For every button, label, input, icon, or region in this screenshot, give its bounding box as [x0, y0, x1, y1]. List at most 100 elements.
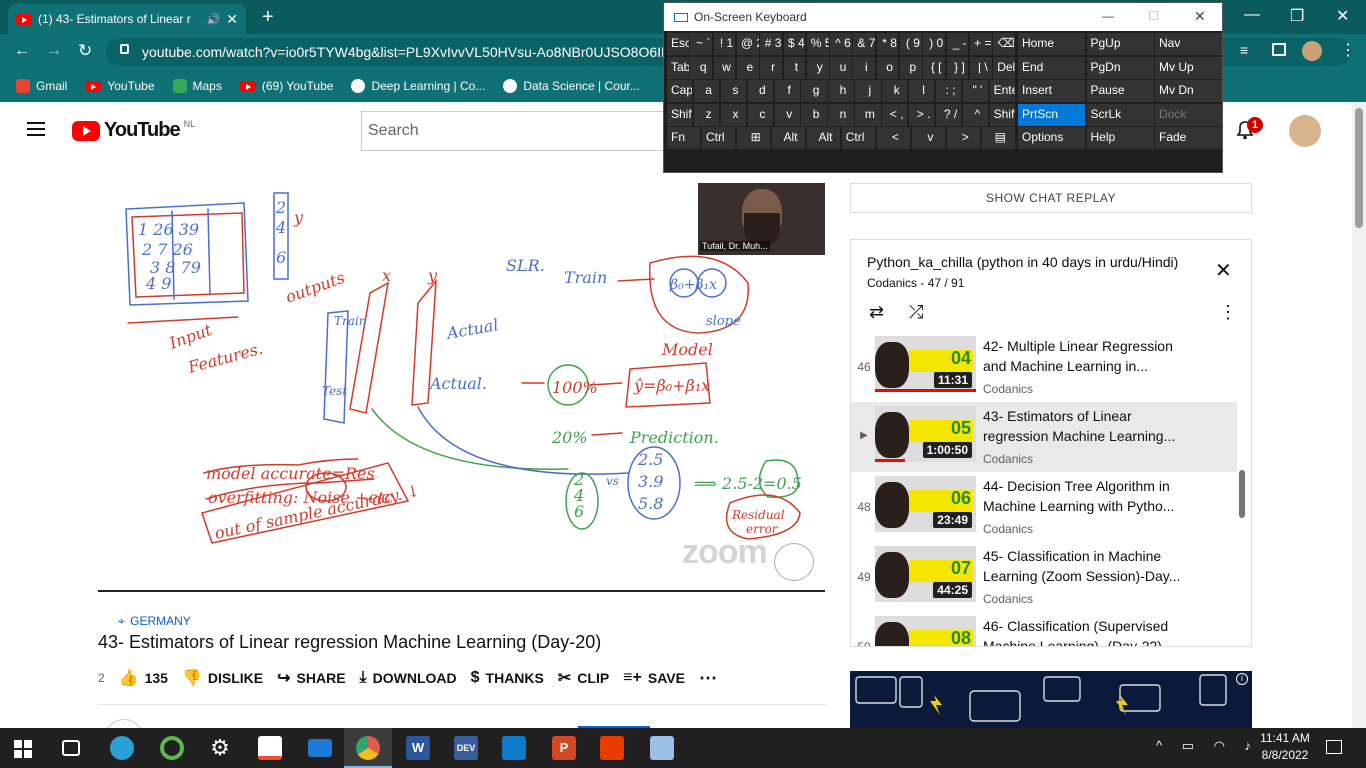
osk-key[interactable]: } ]	[946, 56, 969, 79]
osk-nav-key[interactable]: Dock	[1155, 103, 1222, 126]
side-panel-icon[interactable]	[1272, 43, 1286, 56]
save-button[interactable]: ≡+ SAVE	[623, 669, 685, 687]
osk-key[interactable]: ⊞	[736, 127, 771, 149]
show-chat-replay-button[interactable]: SHOW CHAT REPLAY	[850, 183, 1252, 213]
osk-key[interactable]: v	[774, 103, 800, 126]
playlist-channel-progress[interactable]: Codanics - 47 / 91	[867, 276, 964, 290]
osk-key[interactable]: i	[853, 56, 876, 79]
back-icon[interactable]: ←	[14, 42, 30, 60]
osk-key[interactable]: Shift	[667, 103, 693, 126]
location-tag[interactable]: ⌖ GERMANY	[118, 614, 191, 629]
osk-key[interactable]: u	[830, 56, 852, 79]
playlist-item-current[interactable]: ▶ 05 1:00:50 43- Estimators of Linear re…	[851, 402, 1237, 472]
bookmark-gmail[interactable]: Gmail	[16, 79, 67, 93]
osk-key[interactable]: > .	[908, 103, 935, 126]
download-button[interactable]: ⤓ DOWNLOAD	[360, 669, 457, 687]
close-playlist-icon[interactable]: ✕	[1215, 258, 1232, 283]
osk-key[interactable]: q	[690, 56, 713, 79]
page-scrollbar[interactable]	[1352, 102, 1366, 728]
notification-center-icon[interactable]	[1326, 740, 1342, 754]
clip-button[interactable]: ✂ CLIP	[558, 668, 609, 688]
ad-info-icon[interactable]: i	[1236, 673, 1248, 685]
on-screen-keyboard-window[interactable]: On-Screen Keyboard — ☐ ✕ Esc~ `! 1@ 2# 3…	[663, 2, 1223, 173]
on-screen-keyboard-icon[interactable]	[650, 736, 674, 760]
osk-key[interactable]: Caps	[667, 80, 693, 102]
loop-icon[interactable]: ⇄	[869, 302, 884, 323]
osk-nav-key[interactable]: PgUp	[1086, 33, 1154, 55]
like-button[interactable]: 👍 135	[119, 668, 168, 688]
osk-key[interactable]: o	[876, 56, 899, 79]
osk-key[interactable]: ) 0	[923, 33, 946, 55]
store-icon[interactable]	[258, 736, 282, 760]
minimize-window-button[interactable]: —	[1244, 6, 1260, 24]
osk-nav-key[interactable]: PgDn	[1086, 56, 1154, 79]
osk-maximize-button[interactable]: ☐	[1148, 9, 1159, 23]
playlist-item[interactable]: 46 04 11:31 42- Multiple Linear Regressi…	[851, 332, 1237, 402]
osk-key[interactable]: m	[855, 103, 881, 126]
account-avatar[interactable]	[1289, 115, 1321, 147]
thanks-button[interactable]: $ THANKS	[471, 669, 544, 687]
osk-key[interactable]: $ 4	[783, 33, 806, 55]
osk-key[interactable]: a	[693, 80, 720, 102]
circular-app-icon[interactable]	[160, 736, 184, 760]
reading-list-icon[interactable]: ≡	[1240, 42, 1248, 58]
osk-key[interactable]: e	[736, 56, 759, 79]
osk-key[interactable]: Ctrl	[701, 127, 736, 149]
powerpoint-icon[interactable]: P	[552, 736, 576, 760]
vscode-icon[interactable]	[502, 736, 526, 760]
playlist-item[interactable]: 49 07 44:25 45- Classification in Machin…	[851, 542, 1237, 612]
osk-key[interactable]: Del	[993, 56, 1015, 79]
more-actions-icon[interactable]: ⋯	[699, 668, 717, 689]
reload-icon[interactable]: ↻	[78, 41, 92, 61]
close-tab-icon[interactable]: ✕	[226, 11, 238, 28]
osk-key[interactable]: ▤	[981, 127, 1015, 149]
osk-key[interactable]: Alt	[806, 127, 841, 149]
bookmark-maps[interactable]: Maps	[172, 79, 222, 93]
osk-key[interactable]: Fn	[667, 127, 701, 149]
new-tab-button[interactable]: +	[262, 6, 274, 29]
playlist-item[interactable]: 50 08 46- Classification (Supervised Mac…	[851, 612, 1237, 646]
office-icon[interactable]	[600, 736, 624, 760]
osk-close-button[interactable]: ✕	[1194, 8, 1206, 25]
share-button[interactable]: ↪ SHARE	[277, 668, 345, 688]
browser-tab[interactable]: (1) 43- Estimators of Linear r 🔊 ✕	[8, 4, 246, 34]
osk-key[interactable]: v	[911, 127, 946, 149]
osk-key[interactable]: r	[760, 56, 782, 79]
osk-key[interactable]: l	[908, 80, 935, 102]
bookmark-deep-learning[interactable]: Deep Learning | Co...	[351, 79, 485, 93]
osk-key[interactable]: h	[828, 80, 854, 102]
osk-key[interactable]: <	[876, 127, 911, 149]
osk-key[interactable]: | \	[969, 56, 992, 79]
osk-nav-key[interactable]: Help	[1086, 127, 1154, 149]
osk-key[interactable]: p	[900, 56, 922, 79]
edge-browser-icon[interactable]	[110, 736, 134, 760]
osk-key[interactable]: + =	[969, 33, 992, 55]
settings-gear-icon[interactable]: ⚙	[208, 736, 232, 760]
osk-key[interactable]: & 7	[853, 33, 876, 55]
osk-key[interactable]: ? /	[935, 103, 962, 126]
osk-key[interactable]: f	[774, 80, 800, 102]
osk-key[interactable]: # 3	[760, 33, 782, 55]
osk-nav-key[interactable]: Insert	[1018, 80, 1085, 102]
youtube-logo[interactable]: YouTube NL	[72, 119, 195, 142]
osk-key[interactable]: " '	[962, 80, 989, 102]
word-icon[interactable]: W	[406, 736, 430, 760]
osk-key[interactable]: : ;	[935, 80, 962, 102]
ad-banner[interactable]: i	[850, 671, 1252, 729]
osk-key[interactable]: j	[855, 80, 881, 102]
osk-key[interactable]: { [	[923, 56, 946, 79]
start-button-icon[interactable]	[14, 740, 32, 758]
taskbar-clock[interactable]: 11:41 AM 8/8/2022	[1250, 730, 1320, 764]
osk-key[interactable]: Esc	[667, 33, 689, 55]
mail-icon[interactable]	[308, 739, 332, 757]
osk-minimize-button[interactable]: —	[1102, 9, 1114, 23]
osk-nav-key[interactable]: Mv Dn	[1155, 80, 1222, 102]
osk-key[interactable]: Alt	[771, 127, 806, 149]
osk-key[interactable]: ^ 6	[830, 33, 852, 55]
osk-key[interactable]: >	[946, 127, 981, 149]
osk-nav-key[interactable]: PrtScn	[1018, 103, 1085, 126]
osk-key[interactable]: s	[720, 80, 747, 102]
bookmark-youtube-69[interactable]: (69) YouTube	[239, 79, 333, 93]
osk-nav-key[interactable]: Nav	[1155, 33, 1222, 55]
osk-key[interactable]: y	[806, 56, 829, 79]
